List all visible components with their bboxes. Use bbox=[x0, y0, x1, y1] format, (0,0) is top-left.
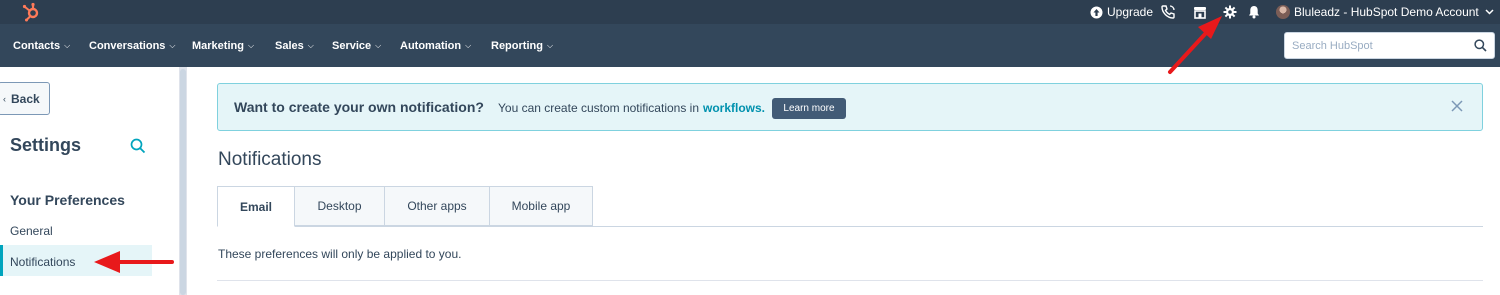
tab-label: Email bbox=[239, 199, 272, 214]
tab-label: Other apps bbox=[407, 199, 467, 213]
top-utility-bar: Upgrade Bluleadz - HubSpot Demo Account bbox=[0, 0, 1500, 24]
chevron-down-icon bbox=[1485, 9, 1494, 15]
tabs-divider bbox=[217, 226, 1483, 227]
phone-icon bbox=[1161, 5, 1175, 19]
settings-sidebar: ‹ Back Settings Your Preferences General… bbox=[0, 67, 190, 295]
marketplace-button[interactable] bbox=[1193, 0, 1207, 24]
tab-label: Mobile app bbox=[511, 199, 571, 213]
nav-label: Reporting bbox=[491, 39, 543, 52]
search-icon[interactable] bbox=[130, 138, 146, 154]
page-title: Notifications bbox=[218, 149, 322, 170]
nav-automation[interactable]: Automation ⌵ bbox=[400, 24, 471, 67]
tab-label: Desktop bbox=[317, 199, 362, 213]
nav-label: Sales bbox=[275, 39, 304, 52]
learn-more-button[interactable]: Learn more bbox=[772, 98, 846, 119]
nav-label: Marketing bbox=[192, 39, 244, 52]
global-search bbox=[1284, 32, 1495, 59]
nav-label: Contacts bbox=[13, 39, 61, 52]
main-nav: Contacts ⌵ Conversations ⌵ Marketing ⌵ Sale… bbox=[0, 24, 1500, 67]
sidebar-item-label: Notifications bbox=[10, 255, 76, 269]
banner-heading: Want to create your own notification? bbox=[234, 99, 484, 115]
scrollbar-thumb[interactable] bbox=[180, 69, 186, 295]
sidebar-item-general[interactable]: General bbox=[10, 224, 53, 238]
nav-label: Service bbox=[332, 39, 372, 52]
nav-service[interactable]: Service ⌵ bbox=[332, 24, 381, 67]
content-divider bbox=[217, 280, 1483, 281]
upgrade-link[interactable]: Upgrade bbox=[1090, 0, 1153, 24]
calling-button[interactable] bbox=[1160, 0, 1176, 24]
back-button[interactable]: ‹ Back bbox=[0, 82, 50, 115]
chevron-left-icon: ‹ bbox=[3, 93, 6, 104]
close-icon[interactable] bbox=[1451, 100, 1463, 112]
upgrade-label: Upgrade bbox=[1107, 5, 1154, 19]
upgrade-icon bbox=[1090, 6, 1103, 18]
nav-contacts[interactable]: Contacts ⌵ bbox=[13, 24, 70, 67]
banner-body: You can create custom notifications in bbox=[498, 101, 700, 115]
chevron-down-icon: ⌵ bbox=[307, 40, 314, 50]
marketplace-icon bbox=[1194, 7, 1206, 19]
account-menu[interactable]: Bluleadz - HubSpot Demo Account bbox=[1276, 0, 1494, 24]
nav-sales[interactable]: Sales ⌵ bbox=[275, 24, 314, 67]
nav-label: Conversations bbox=[89, 39, 166, 52]
chevron-down-icon: ⌵ bbox=[64, 40, 71, 50]
preferences-note: These preferences will only be applied t… bbox=[218, 247, 462, 261]
tab-mobile-app[interactable]: Mobile app bbox=[489, 186, 593, 226]
custom-notification-banner: Want to create your own notification? Yo… bbox=[217, 83, 1483, 131]
notifications-button[interactable] bbox=[1248, 0, 1260, 24]
gear-icon bbox=[1223, 5, 1237, 19]
workflows-link[interactable]: workflows. bbox=[703, 101, 765, 115]
nav-conversations[interactable]: Conversations ⌵ bbox=[89, 24, 176, 67]
tab-desktop[interactable]: Desktop bbox=[294, 186, 385, 226]
avatar bbox=[1276, 5, 1290, 19]
back-label: Back bbox=[11, 91, 40, 106]
tab-email[interactable]: Email bbox=[217, 186, 295, 227]
section-title-your-preferences: Your Preferences bbox=[10, 192, 125, 208]
search-icon[interactable] bbox=[1474, 39, 1487, 52]
chevron-down-icon: ⌵ bbox=[375, 40, 382, 50]
bell-icon bbox=[1249, 6, 1259, 19]
nav-marketing[interactable]: Marketing ⌵ bbox=[192, 24, 254, 67]
nav-reporting[interactable]: Reporting ⌵ bbox=[491, 24, 553, 67]
tab-other-apps[interactable]: Other apps bbox=[384, 186, 490, 226]
sidebar-item-notifications[interactable]: Notifications bbox=[10, 255, 75, 269]
search-input[interactable] bbox=[1292, 38, 1467, 54]
chevron-down-icon: ⌵ bbox=[465, 40, 472, 50]
account-name: Bluleadz - HubSpot Demo Account bbox=[1294, 5, 1479, 19]
hubspot-sprocket-icon[interactable] bbox=[21, 2, 41, 22]
sidebar-title: Settings bbox=[10, 135, 82, 155]
sidebar-item-label: General bbox=[10, 224, 53, 238]
chevron-down-icon: ⌵ bbox=[169, 40, 176, 50]
settings-button[interactable] bbox=[1223, 0, 1237, 24]
nav-label: Automation bbox=[400, 39, 462, 52]
chevron-down-icon: ⌵ bbox=[546, 40, 554, 50]
chevron-down-icon: ⌵ bbox=[247, 40, 255, 50]
